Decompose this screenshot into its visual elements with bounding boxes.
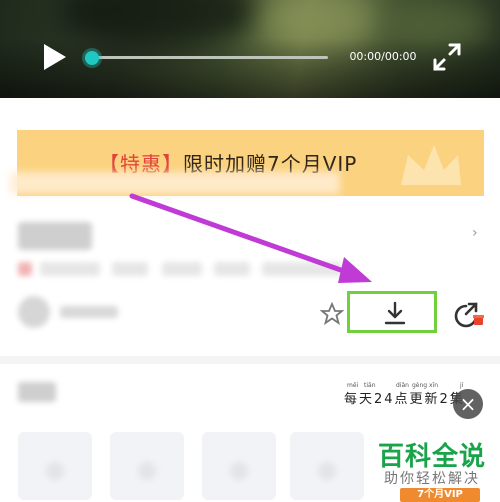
watermark: 百科全说 助你轻松解决 7个月VIP	[370, 432, 494, 502]
chevron-right-icon[interactable]: ›	[472, 224, 484, 242]
tag-blurred	[112, 262, 148, 276]
tag-blurred	[262, 262, 342, 276]
episodes-title-blurred	[18, 382, 56, 402]
tag-blurred	[162, 262, 202, 276]
fullscreen-icon	[433, 43, 461, 71]
episode-thumb-blurred	[318, 462, 336, 480]
play-icon	[44, 44, 66, 70]
fullscreen-button[interactable]	[432, 42, 462, 72]
progress-track[interactable]	[92, 56, 328, 59]
tag-blurred	[40, 262, 100, 276]
section-divider	[0, 356, 500, 364]
crown-icon	[401, 145, 461, 185]
arrow-head	[338, 257, 372, 283]
episode-tile[interactable]	[290, 432, 364, 500]
download-icon	[384, 301, 406, 325]
share-icon	[454, 302, 484, 328]
video-controls-shade	[0, 38, 500, 98]
close-button[interactable]: ×	[453, 389, 483, 419]
video-player[interactable]: 00:00/00:00	[0, 0, 500, 98]
episode-thumb-blurred	[46, 462, 64, 480]
play-button[interactable]	[40, 42, 70, 72]
update-schedule-text: 每天24点更新2集	[344, 392, 465, 407]
tag-blurred	[214, 262, 250, 276]
author-name-blurred	[60, 306, 118, 318]
progress-handle[interactable]	[85, 51, 99, 65]
episode-thumb-blurred	[138, 462, 156, 480]
avatar[interactable]	[18, 296, 50, 328]
favorite-button[interactable]	[319, 301, 345, 326]
watermark-subtitle: 助你轻松解决	[384, 471, 480, 487]
episode-tile[interactable]	[202, 432, 276, 500]
promo-subtitle-blurred	[10, 172, 340, 194]
download-button[interactable]	[347, 291, 437, 333]
episode-tile[interactable]	[110, 432, 184, 500]
tag-blurred	[18, 262, 32, 276]
share-button[interactable]	[452, 300, 484, 330]
close-icon: ×	[459, 392, 477, 416]
time-display: 00:00/00:00	[349, 50, 417, 63]
episode-tile[interactable]	[18, 432, 92, 500]
star-icon	[319, 301, 345, 326]
episode-thumb-blurred	[230, 462, 248, 480]
show-title-blurred	[18, 222, 92, 250]
